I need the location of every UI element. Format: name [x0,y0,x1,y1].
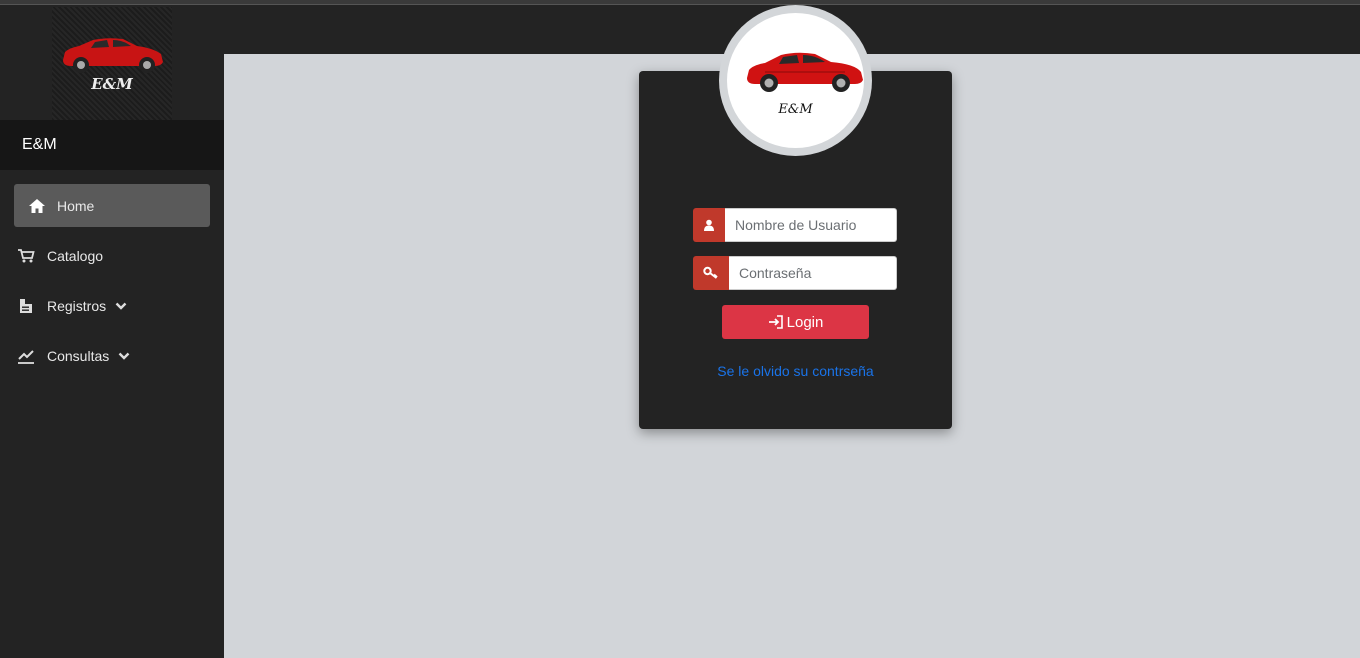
password-field-group [693,256,897,290]
registry-icon [17,297,35,315]
car-logo-icon [63,38,163,73]
sidebar-item-registros[interactable]: Registros [14,284,210,327]
logo-text: E&M [91,75,133,93]
login-avatar: E&M [719,5,872,156]
forgot-password-link[interactable]: Se le olvido su contrseña [639,363,952,379]
sidebar-item-label: Home [57,197,95,214]
sidebar-item-home[interactable]: Home [14,184,210,227]
username-input[interactable] [725,208,897,242]
sidebar-logo: E&M [52,7,172,120]
password-input[interactable] [729,256,897,290]
brand-title: E&M [0,120,224,170]
sidebar-logo-area: E&M [0,5,224,120]
username-field-group [693,208,897,242]
sidebar-item-label: Consultas [47,347,110,364]
login-button-label: Login [786,313,824,331]
chevron-down-icon[interactable] [115,301,127,311]
sidebar-item-consultas[interactable]: Consultas [14,334,210,377]
key-icon [693,256,729,290]
user-icon [693,208,725,242]
sidebar-item-label: Registros [47,297,107,314]
avatar-inner: E&M [727,13,864,148]
car-logo-icon [747,52,863,92]
login-button[interactable]: Login [722,305,869,339]
chevron-down-icon[interactable] [118,351,130,361]
sign-in-icon [768,315,784,329]
home-icon [28,197,46,215]
sidebar-nav: Home Catalogo Registros Consultas [0,170,224,377]
chart-line-icon [17,347,35,365]
cart-icon [17,247,35,265]
sidebar-item-label: Catalogo [47,247,104,264]
sidebar: E&M E&M Home Catalogo Registros Consulta… [0,5,224,658]
avatar-logo-text: E&M [778,102,813,117]
sidebar-item-catalogo[interactable]: Catalogo [14,234,210,277]
